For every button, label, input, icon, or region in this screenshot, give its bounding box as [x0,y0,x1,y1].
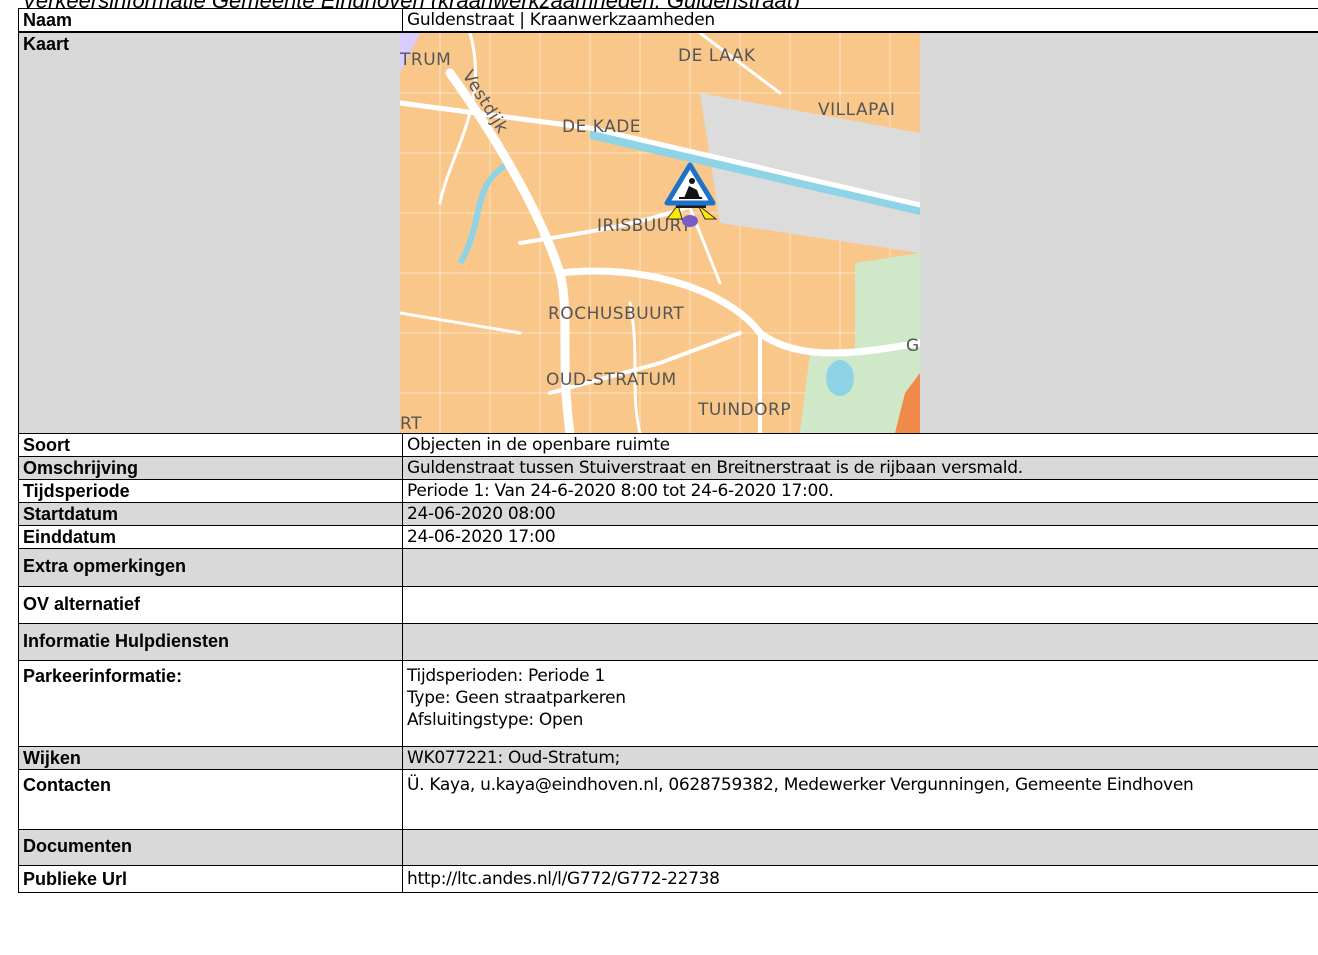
row-wijken: Wijken WK077221: Oud-Stratum; [18,746,1318,770]
map-label-oudstratum: OUD-STRATUM [546,370,677,390]
map-label-rochusbuurt: ROCHUSBUURT [548,304,684,324]
value-soort: Objecten in de openbare ruimte [402,433,1318,457]
label-extra: Extra opmerkingen [18,548,403,587]
label-startdatum: Startdatum [18,502,403,526]
row-kaart: Kaart TRUM DE LAAK VILLAPAI DE KADE IRIS… [18,31,1318,434]
map-cell: TRUM DE LAAK VILLAPAI DE KADE IRISBUURT … [400,31,1318,434]
row-contacten: Contacten Ü. Kaya, u.kaya@eindhoven.nl, … [18,769,1318,830]
label-omschrijving: Omschrijving [18,456,403,480]
row-startdatum: Startdatum 24-06-2020 08:00 [18,502,1318,526]
map-label-tuindorp: TUINDORP [697,400,791,420]
location-map[interactable]: TRUM DE LAAK VILLAPAI DE KADE IRISBUURT … [400,33,920,433]
value-wijken: WK077221: Oud-Stratum; [402,746,1318,770]
value-extra [402,548,1318,587]
value-contacten[interactable]: Ü. Kaya, u.kaya@eindhoven.nl, 0628759382… [402,769,1318,830]
value-documenten [402,829,1318,866]
row-parkeer: Parkeerinformatie: Tijdsperioden: Period… [18,660,1318,747]
row-soort: Soort Objecten in de openbare ruimte [18,433,1318,457]
map-label-delaak: DE LAAK [678,46,756,66]
map-label-villapa: VILLAPAI [818,100,895,120]
value-parkeer: Tijdsperioden: Periode 1 Type: Geen stra… [402,660,1318,747]
value-tijdsperiode: Periode 1: Van 24-6-2020 8:00 tot 24-6-2… [402,479,1318,503]
value-hulpdiensten [402,623,1318,661]
label-documenten: Documenten [18,829,403,866]
map-label-dekade: DE KADE [562,117,641,137]
row-hulpdiensten: Informatie Hulpdiensten [18,623,1318,661]
map-label-trum: TRUM [400,50,451,70]
parkeer-line: Afsluitingstype: Open [407,710,584,730]
row-naam: Naam Guldenstraat | Kraanwerkzaamheden [18,8,1318,33]
label-url: Publieke Url [18,865,403,893]
parkeer-line: Type: Geen straatparkeren [407,688,626,708]
label-ov: OV alternatief [18,586,403,624]
map-label-g: G [906,336,920,356]
info-table: Naam Guldenstraat | Kraanwerkzaamheden K… [18,8,1318,893]
value-naam: Guldenstraat | Kraanwerkzaamheden [402,8,1318,33]
label-einddatum: Einddatum [18,525,403,549]
value-ov [402,586,1318,624]
map-label-rt: RT [400,414,422,433]
label-contacten: Contacten [18,769,403,830]
value-omschrijving: Guldenstraat tussen Stuiverstraat en Bre… [402,456,1318,480]
row-einddatum: Einddatum 24-06-2020 17:00 [18,525,1318,549]
label-naam: Naam [18,8,403,33]
row-extra: Extra opmerkingen [18,548,1318,587]
row-tijdsperiode: Tijdsperiode Periode 1: Van 24-6-2020 8:… [18,479,1318,503]
parkeer-line: Tijdsperioden: Periode 1 [407,666,605,686]
label-wijken: Wijken [18,746,403,770]
page-header-fragment: Verkeersinformatie Gemeente Eindhoven (k… [0,0,1318,8]
label-tijdsperiode: Tijdsperiode [18,479,403,503]
label-soort: Soort [18,433,403,457]
row-url: Publieke Url http://ltc.andes.nl/l/G772/… [18,865,1318,893]
pond [826,360,854,396]
label-kaart: Kaart [18,31,403,434]
value-startdatum: 24-06-2020 08:00 [402,502,1318,526]
row-omschrijving: Omschrijving Guldenstraat tussen Stuiver… [18,456,1318,480]
label-parkeer: Parkeerinformatie: [18,660,403,747]
label-hulpdiensten: Informatie Hulpdiensten [18,623,403,661]
row-ov: OV alternatief [18,586,1318,624]
row-documenten: Documenten [18,829,1318,866]
public-url-link[interactable]: http://ltc.andes.nl/l/G772/G772-22738 [402,865,1318,893]
value-einddatum: 24-06-2020 17:00 [402,525,1318,549]
